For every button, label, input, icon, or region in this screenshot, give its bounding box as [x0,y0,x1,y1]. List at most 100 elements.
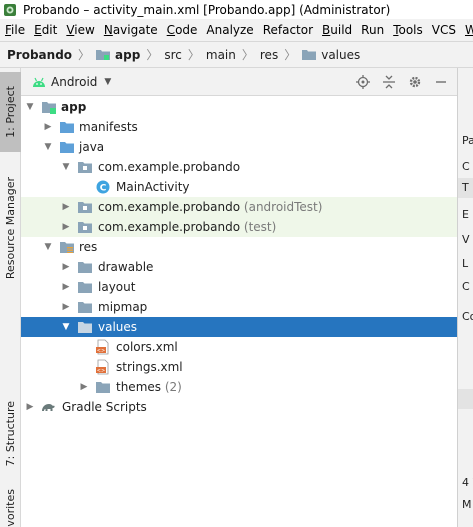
tree-label-suffix: (test) [243,220,277,234]
tree-node-strings-xml[interactable]: <> strings.xml [21,357,457,377]
tree-node-values[interactable]: ▼ values [21,317,457,337]
tab-structure[interactable]: 7: Structure [0,394,21,474]
menu-item-0[interactable]: File [5,23,25,37]
tree-label: com.example.probando [98,160,241,174]
tree-node-gradle-scripts[interactable]: ▶ Gradle Scripts [21,397,457,417]
gradle-icon [42,404,55,411]
chevron-right-icon[interactable]: ▶ [61,222,71,232]
tab-project-label: 1: Project [4,86,17,138]
tree-node-res[interactable]: ▼ res [21,237,457,257]
tree-node-main-activity[interactable]: C MainActivity [21,177,457,197]
breadcrumb-item-app[interactable]: app [96,48,140,62]
gear-icon[interactable] [407,74,423,90]
tree-label: MainActivity [116,180,190,194]
tab-favorites[interactable]: vorites [0,488,21,527]
chevron-right-icon[interactable]: ▶ [61,262,71,272]
right-panel-text: V [462,233,470,246]
locate-icon[interactable] [355,74,371,90]
right-panel-text: C [462,280,470,293]
chevron-right-icon[interactable]: ▶ [61,202,71,212]
breadcrumb-item-project[interactable]: Probando [7,48,72,62]
svg-text:<>: <> [97,368,105,374]
chevron-down-icon[interactable]: ▼ [61,322,71,332]
menu-item-2[interactable]: View [66,23,94,37]
tab-resource-manager[interactable]: Resource Manager [0,168,21,288]
chevron-down-icon[interactable]: ▼ [104,77,111,87]
tree-label-suffix: (androidTest) [243,200,323,214]
resource-folder-icon [60,242,74,253]
chevron-down-icon[interactable]: ▼ [43,142,53,152]
folder-icon [302,50,317,60]
menu-item-8[interactable]: Run [361,23,384,37]
tree-node-themes[interactable]: ▶ themes (2) [21,377,457,397]
collapse-all-icon[interactable] [381,74,397,90]
breadcrumb-item-src[interactable]: src [164,48,182,62]
chevron-right-icon[interactable]: ▶ [61,282,71,292]
svg-text:<>: <> [97,348,105,354]
tree-label: Gradle Scripts [62,400,147,414]
tree-label-suffix: (2) [164,380,182,394]
tree-node-layout[interactable]: ▶ layout [21,277,457,297]
view-mode-select[interactable]: Android [51,75,97,89]
tree-node-app[interactable]: ▼ app [21,97,457,117]
chevron-down-icon[interactable]: ▼ [43,242,53,252]
right-panel-text: L [462,257,469,270]
chevron-right-icon[interactable]: ▶ [61,302,71,312]
tab-project[interactable]: 1: Project [0,72,21,152]
tree-node-colors-xml[interactable]: <> colors.xml [21,337,457,357]
left-tool-strip: 1: Project Resource Manager 7: Structure… [0,68,21,527]
xml-file-icon: <> [96,359,109,375]
folder-icon [78,322,92,333]
folder-icon [60,122,74,133]
tree-label: colors.xml [116,340,178,354]
menu-label: ools [398,23,423,37]
breadcrumb-item-res[interactable]: res [260,48,278,62]
menu-item-6[interactable]: Refactor [263,23,313,37]
tree-label: themes [116,380,162,394]
project-tree: ▼ app ▶ manifests ▼ java ▼ com.example.p… [21,97,457,527]
breadcrumb-item-main[interactable]: main [206,48,236,62]
chevron-right-icon[interactable]: ▶ [43,122,53,132]
tree-node-package[interactable]: ▼ com.example.probando [21,157,457,177]
tree-node-java[interactable]: ▼ java [21,137,457,157]
menu-label: Analyze [206,23,254,37]
right-panel-text: T [462,181,469,194]
menu-item-9[interactable]: Tools [393,23,423,37]
android-icon [33,77,45,87]
chevron-down-icon[interactable]: ▼ [61,162,71,172]
menu-item-7[interactable]: Build [322,23,352,37]
menu-label: VCS [431,23,456,37]
menu-item-1[interactable]: Edit [34,23,57,37]
menu-label: Run [361,23,385,37]
breadcrumb-separator-icon: 〉 [241,48,254,62]
tree-label: com.example.probando [98,220,241,234]
tree-node-mipmap[interactable]: ▶ mipmap [21,297,457,317]
minimize-icon[interactable] [433,74,449,90]
tree-node-package-android-test[interactable]: ▶ com.example.probando (androidTest) [21,197,457,217]
window-title: Probando – activity_main.xml [Probando.a… [23,2,391,17]
menu-item-11[interactable]: W [465,23,473,37]
menu-item-3[interactable]: Navigate [104,23,158,37]
folder-icon [78,282,92,293]
menu-label: avigate [112,23,158,37]
breadcrumb: Probando 〉 app 〉 src 〉 main 〉 res 〉 valu… [0,41,473,68]
title-bar: Probando – activity_main.xml [Probando.a… [0,0,473,19]
menu-item-5[interactable]: Analyze [206,23,253,37]
class-icon: C [96,180,110,194]
menu-item-10[interactable]: VCS [432,23,456,37]
right-panel-text: 4 W [462,476,473,489]
right-panel-text: C [462,160,470,173]
menu-mnemonic: C [166,23,176,37]
chevron-right-icon[interactable]: ▶ [25,402,35,412]
tab-favorites-label: vorites [4,488,17,527]
tree-label: com.example.probando [98,200,241,214]
chevron-down-icon[interactable]: ▼ [25,102,35,112]
breadcrumb-item-values[interactable]: values [302,48,360,62]
chevron-right-icon[interactable]: ▶ [79,382,89,392]
menu-mnemonic: E [34,23,42,37]
tree-node-manifests[interactable]: ▶ manifests [21,117,457,137]
menu-label: ile [11,23,26,37]
tree-node-package-test[interactable]: ▶ com.example.probando (test) [21,217,457,237]
tree-node-drawable[interactable]: ▶ drawable [21,257,457,277]
menu-item-4[interactable]: Code [167,23,198,37]
